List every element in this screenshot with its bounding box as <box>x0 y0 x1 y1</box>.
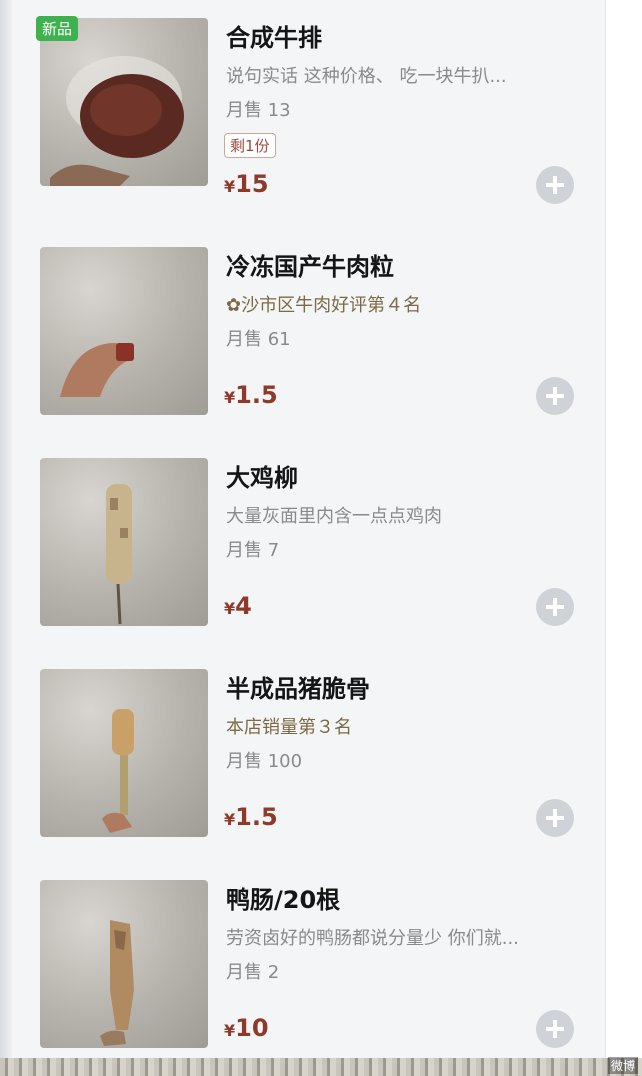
product-image[interactable] <box>40 458 208 626</box>
add-to-cart-button[interactable] <box>536 1010 574 1048</box>
product-rank: ✿沙市区牛肉好评第４名 <box>226 291 421 317</box>
product-image[interactable] <box>40 247 208 415</box>
price-value: 1.5 <box>235 381 278 409</box>
add-to-cart-button[interactable] <box>536 799 574 837</box>
currency-symbol: ¥ <box>224 1021 236 1040</box>
product-description: 说句实话 这种价格、 吃一块牛扒... <box>226 66 507 87</box>
price-value: 15 <box>235 170 269 198</box>
product-price: ¥10 <box>224 1014 269 1042</box>
stock-badge: 剩1份 <box>224 133 276 158</box>
product-title: 鸭肠/20根 <box>226 886 341 914</box>
left-edge <box>0 0 12 1060</box>
product-description: 劳资卤好的鸭肠都说分量少 你们就... <box>226 928 519 949</box>
product-price: ¥1.5 <box>224 381 278 409</box>
monthly-sales: 月售 7 <box>226 540 280 561</box>
price-value: 1.5 <box>235 803 278 831</box>
product-item[interactable]: 半成品猪脆骨 本店销量第３名 月售 100 ¥1.5 <box>12 633 606 844</box>
monthly-sales: 月售 61 <box>226 329 291 350</box>
product-item[interactable]: 鸭肠/20根 劳资卤好的鸭肠都说分量少 你们就... 月售 2 ¥10 <box>12 844 606 1055</box>
rank-text: 沙市区牛肉好评第４名 <box>241 295 422 316</box>
product-item[interactable]: 新品 合成牛排 说句实话 这种价格、 吃一块牛扒... 月售 13 剩1份 ¥1… <box>12 0 606 211</box>
currency-symbol: ¥ <box>224 810 236 829</box>
product-description: 大量灰面里内含一点点鸡肉 <box>226 506 442 527</box>
product-title: 冷冻国产牛肉粒 <box>226 253 394 281</box>
product-price: ¥1.5 <box>224 803 278 831</box>
currency-symbol: ¥ <box>224 388 236 407</box>
monthly-sales: 月售 13 <box>226 100 291 121</box>
product-price: ¥15 <box>224 170 269 198</box>
add-to-cart-button[interactable] <box>536 377 574 415</box>
add-to-cart-button[interactable] <box>536 166 574 204</box>
product-list: 新品 合成牛排 说句实话 这种价格、 吃一块牛扒... 月售 13 剩1份 ¥1… <box>12 0 606 1055</box>
monthly-sales: 月售 100 <box>226 751 303 772</box>
product-price: ¥4 <box>224 592 252 620</box>
add-to-cart-button[interactable] <box>536 588 574 626</box>
product-image[interactable] <box>40 18 208 186</box>
product-title: 半成品猪脆骨 <box>226 675 370 703</box>
product-title: 合成牛排 <box>226 24 322 52</box>
currency-symbol: ¥ <box>224 177 236 196</box>
product-item[interactable]: 大鸡柳 大量灰面里内含一点点鸡肉 月售 7 ¥4 <box>12 422 606 633</box>
product-rank: 本店销量第３名 <box>226 717 352 738</box>
product-image[interactable] <box>40 880 208 1048</box>
price-value: 10 <box>235 1014 269 1042</box>
monthly-sales: 月售 2 <box>226 962 280 983</box>
new-badge: 新品 <box>36 16 79 41</box>
product-image[interactable] <box>40 669 208 837</box>
product-title: 大鸡柳 <box>226 464 298 492</box>
right-panel <box>605 0 642 1060</box>
bottom-strip <box>0 1058 642 1076</box>
watermark: 微博 <box>607 1057 638 1074</box>
price-value: 4 <box>235 592 252 620</box>
medal-icon: ✿ <box>226 295 242 316</box>
product-item[interactable]: 冷冻国产牛肉粒 ✿沙市区牛肉好评第４名 月售 61 ¥1.5 <box>12 211 606 422</box>
currency-symbol: ¥ <box>224 599 236 618</box>
